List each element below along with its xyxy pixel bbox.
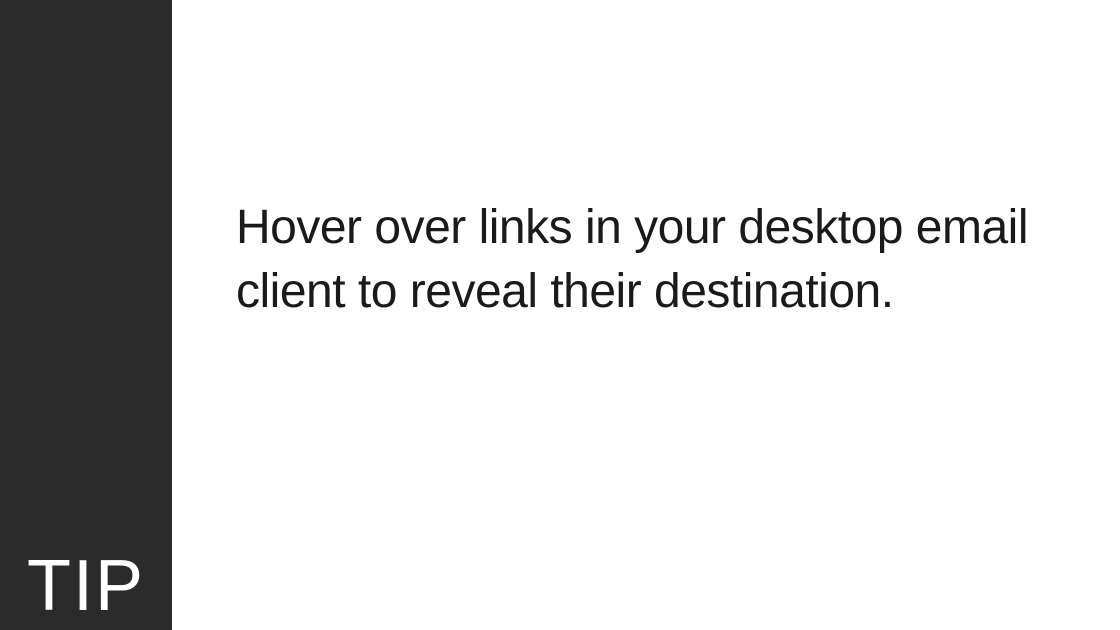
sidebar-label: TIP: [27, 550, 145, 622]
tip-body-text: Hover over links in your desktop email c…: [236, 196, 1040, 324]
sidebar-panel: TIP: [0, 0, 172, 630]
content-panel: Hover over links in your desktop email c…: [172, 0, 1120, 630]
